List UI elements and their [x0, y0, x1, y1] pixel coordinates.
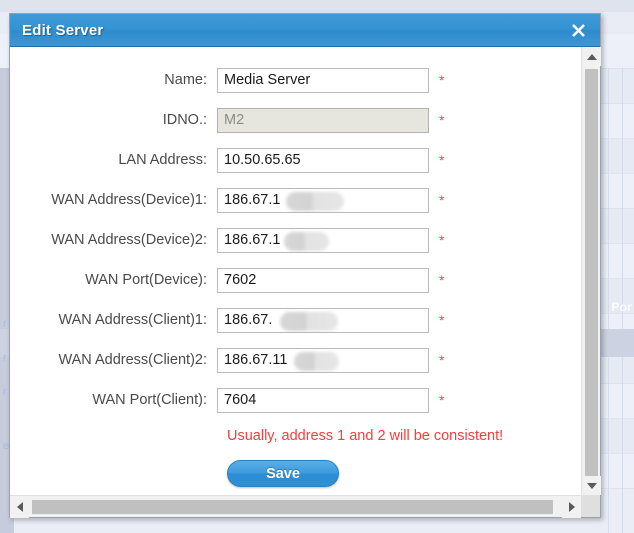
form-row: WAN Address(Device)2: 186.67.1 *	[10, 220, 581, 260]
form-row: WAN Address(Client)1: 186.67. *	[10, 300, 581, 340]
field-input[interactable]: 186.67.11	[217, 347, 429, 373]
background-topbar	[0, 0, 634, 12]
background-cell-text: r	[3, 352, 7, 364]
form-row: LAN Address: 10.50.65.65 *	[10, 140, 581, 180]
required-asterisk: *	[439, 192, 445, 208]
form-row: WAN Address(Device)1: 186.67.1 *	[10, 180, 581, 220]
scroll-left-icon[interactable]	[10, 496, 29, 518]
dialog-body: Name: Media Server * IDNO.: M2 * LAN Address: 1…	[10, 47, 601, 518]
redaction-overlay	[286, 191, 344, 211]
field-input[interactable]: Media Server	[217, 67, 429, 93]
redaction-overlay	[294, 351, 339, 371]
save-button[interactable]: Save	[227, 460, 339, 487]
required-asterisk: *	[439, 72, 445, 88]
field-label: WAN Port(Client):	[92, 392, 207, 408]
consistency-note: Usually, address 1 and 2 will be consist…	[227, 428, 504, 444]
form-row: WAN Address(Client)2: 186.67.11 *	[10, 340, 581, 380]
horizontal-scrollbar[interactable]	[10, 495, 581, 518]
form-row: Name: Media Server *	[10, 60, 581, 100]
required-asterisk: *	[439, 352, 445, 368]
field-label: IDNO.:	[162, 112, 207, 128]
form-row: WAN Port(Client): 7604 *	[10, 380, 581, 420]
field-input[interactable]: 186.67.1	[217, 227, 429, 253]
field-value: 7604	[224, 392, 257, 408]
required-asterisk: *	[439, 232, 445, 248]
dialog-content: Name: Media Server * IDNO.: M2 * LAN Address: 1…	[10, 47, 581, 495]
field-value: 7602	[224, 272, 257, 288]
field-value: 186.67.1	[224, 192, 281, 208]
scroll-down-icon[interactable]	[582, 476, 601, 495]
field-value: 186.67.1	[224, 232, 281, 248]
scroll-right-icon[interactable]	[562, 496, 581, 518]
required-asterisk: *	[439, 312, 445, 328]
required-asterisk: *	[439, 112, 445, 128]
background-grid-line	[608, 68, 609, 533]
required-asterisk: *	[439, 272, 445, 288]
dialog-title: Edit Server	[22, 21, 104, 39]
required-asterisk: *	[439, 392, 445, 408]
field-label: WAN Address(Device)2:	[51, 232, 207, 248]
save-button-container: Save	[10, 460, 581, 487]
field-input[interactable]: 7604	[217, 387, 429, 413]
field-value: 186.67.11	[224, 352, 288, 368]
field-value: M2	[224, 112, 245, 128]
field-input[interactable]: 10.50.65.65	[217, 147, 429, 173]
field-label: WAN Port(Device):	[85, 272, 207, 288]
background-column-header-label: Por	[611, 300, 632, 314]
vertical-scrollbar-thumb[interactable]	[585, 69, 598, 477]
field-label: WAN Address(Device)1:	[51, 192, 207, 208]
required-asterisk: *	[439, 152, 445, 168]
redaction-overlay	[284, 231, 329, 251]
field-value: 186.67.	[224, 312, 273, 328]
edit-server-form: Name: Media Server * IDNO.: M2 * LAN Address: 1…	[10, 47, 581, 420]
field-input: M2	[217, 107, 429, 133]
field-label: Name:	[164, 72, 207, 88]
field-input[interactable]: 186.67.1	[217, 187, 429, 213]
scroll-up-icon[interactable]	[582, 47, 601, 66]
horizontal-scrollbar-thumb[interactable]	[32, 500, 553, 514]
field-input[interactable]: 7602	[217, 267, 429, 293]
field-label: WAN Address(Client)2:	[58, 352, 207, 368]
edit-server-dialog: Edit Server Name: Media Server * IDNO.: M2 * L…	[9, 13, 601, 518]
redaction-overlay	[280, 311, 338, 331]
field-value: Media Server	[224, 72, 311, 88]
form-row: IDNO.: M2 *	[10, 100, 581, 140]
field-value: 10.50.65.65	[224, 152, 301, 168]
field-label: WAN Address(Client)1:	[58, 312, 207, 328]
background-cell-text: r	[3, 318, 7, 330]
scrollbar-corner	[581, 495, 600, 517]
vertical-scrollbar[interactable]	[581, 47, 601, 495]
background-cell-text: r	[3, 386, 7, 398]
form-row: WAN Port(Device): 7602 *	[10, 260, 581, 300]
field-label: LAN Address:	[118, 152, 207, 168]
field-input[interactable]: 186.67.	[217, 307, 429, 333]
close-icon[interactable]	[567, 19, 589, 41]
dialog-titlebar[interactable]: Edit Server	[10, 14, 600, 47]
